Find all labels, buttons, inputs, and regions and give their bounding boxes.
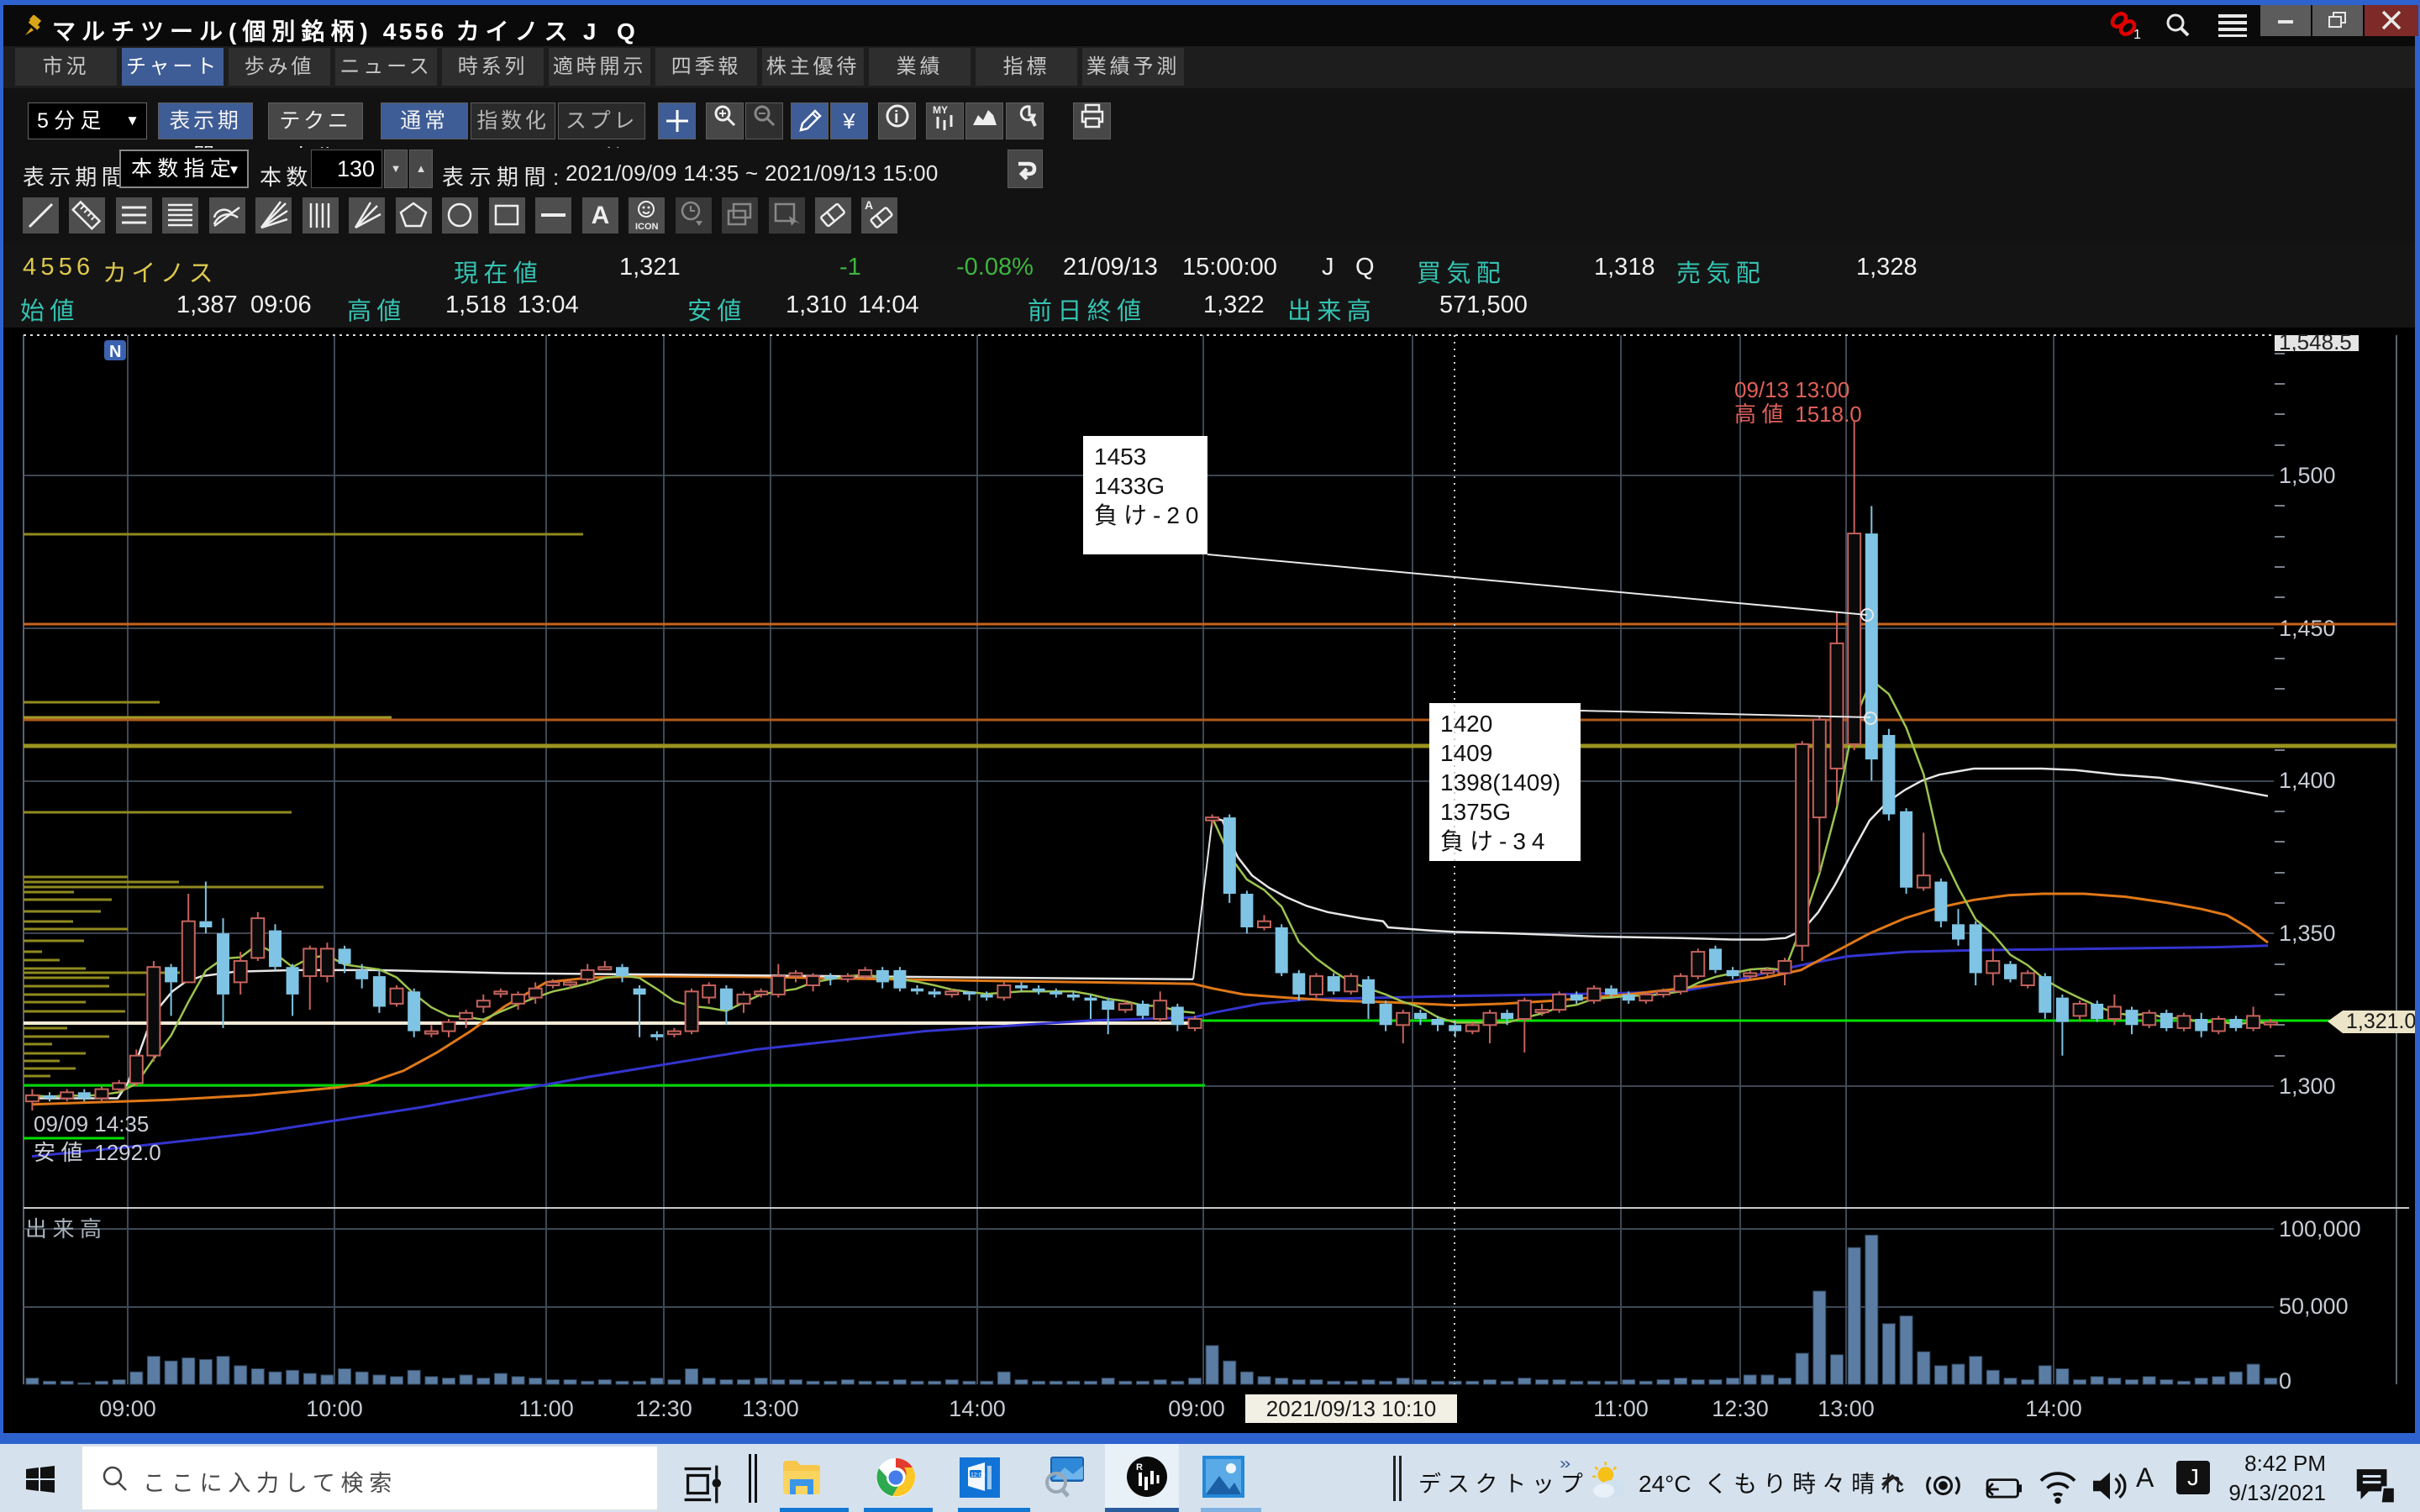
svg-text:負け-20: 負け-20 <box>1094 502 1204 528</box>
svg-text:2021/09/13 10:10: 2021/09/13 10:10 <box>1266 1396 1436 1421</box>
svg-text:11:00: 11:00 <box>518 1396 574 1421</box>
svg-text:1,400: 1,400 <box>2279 768 2336 793</box>
svg-text:09:00: 09:00 <box>1168 1396 1225 1421</box>
svg-text:1,500: 1,500 <box>2279 463 2336 488</box>
svg-text:ICON: ICON <box>635 222 659 232</box>
svg-text:1,548.5: 1,548.5 <box>2279 329 2352 354</box>
svg-text:13:00: 13:00 <box>1818 1396 1875 1421</box>
svg-text:高値 1518.0: 高値 1518.0 <box>1734 402 1862 427</box>
svg-text:1,321.0: 1,321.0 <box>2346 1010 2416 1033</box>
svg-text:負け-34: 負け-34 <box>1440 828 1550 854</box>
svg-text:12:30: 12:30 <box>1712 1396 1769 1421</box>
svg-text:1,350: 1,350 <box>2279 921 2336 946</box>
svg-text:1,300: 1,300 <box>2279 1074 2336 1099</box>
svg-text:N: N <box>109 343 121 361</box>
svg-text:100,000: 100,000 <box>2279 1216 2361 1242</box>
svg-text:11:00: 11:00 <box>1593 1396 1649 1421</box>
svg-text:1: 1 <box>2133 28 2141 40</box>
svg-text:10:00: 10:00 <box>306 1396 363 1421</box>
svg-text:09/13 13:00: 09/13 13:00 <box>1734 377 1849 402</box>
svg-text:0: 0 <box>2279 1368 2291 1394</box>
svg-text:14:00: 14:00 <box>949 1396 1006 1421</box>
svg-text:安値 1292.0: 安値 1292.0 <box>34 1140 161 1165</box>
svg-text:1433G: 1433G <box>1094 473 1165 499</box>
svg-text:1453: 1453 <box>1094 444 1146 470</box>
svg-text:1375G: 1375G <box>1440 799 1511 825</box>
svg-text:i: i <box>894 108 899 127</box>
svg-text:12:30: 12:30 <box>635 1396 692 1421</box>
svg-text:MY: MY <box>933 104 948 116</box>
svg-text:1,450: 1,450 <box>2279 616 2336 641</box>
svg-text:50,000: 50,000 <box>2279 1294 2349 1319</box>
svg-text:1420: 1420 <box>1440 711 1492 737</box>
svg-text:14:00: 14:00 <box>2025 1396 2082 1421</box>
svg-text:09/09 14:35: 09/09 14:35 <box>34 1111 149 1137</box>
svg-text:13:00: 13:00 <box>742 1396 799 1421</box>
svg-text:1398(1409): 1398(1409) <box>1440 769 1560 795</box>
svg-text:1409: 1409 <box>1440 740 1492 766</box>
svg-text:09:00: 09:00 <box>99 1396 156 1421</box>
svg-text:A: A <box>865 198 873 212</box>
svg-text:出来高: 出来高 <box>25 1216 108 1242</box>
